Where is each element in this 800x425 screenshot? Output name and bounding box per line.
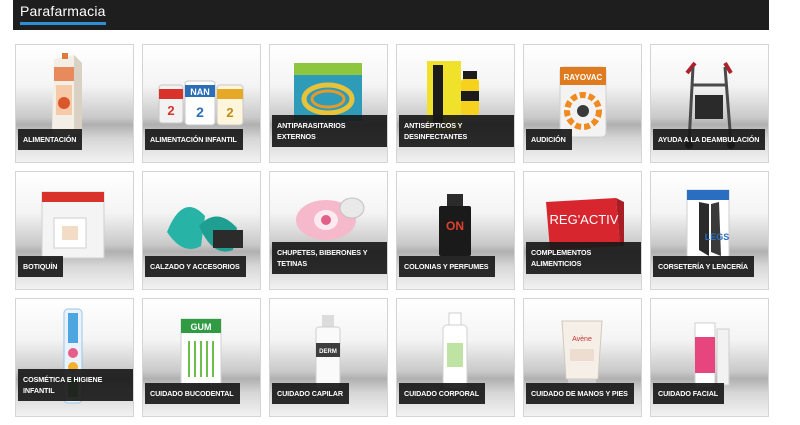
category-label: CALZADO Y ACCESORIOS xyxy=(145,256,246,277)
category-card-ayuda-deambulacion[interactable]: AYUDA A LA DEAMBULACIÓN xyxy=(650,44,769,163)
svg-text:NAN: NAN xyxy=(190,87,210,97)
category-label: BOTIQUÍN xyxy=(18,256,64,277)
category-card-antiparasitarios-externos[interactable]: ANTIPARASITARIOS EXTERNOS xyxy=(269,44,388,163)
category-card-cuidado-facial[interactable]: CUIDADO FACIAL xyxy=(650,298,769,417)
category-label: ANTISÉPTICOS Y DESINFECTANTES xyxy=(399,115,514,147)
category-card-cuidado-capilar[interactable]: DERM CUIDADO CAPILAR xyxy=(269,298,388,417)
category-label: AUDICIÓN xyxy=(526,129,572,150)
svg-text:Avène: Avène xyxy=(572,336,592,343)
svg-text:DERM: DERM xyxy=(319,349,337,355)
category-label: ALIMENTACIÓN xyxy=(18,129,83,150)
svg-text:REG'ACTIV: REG'ACTIV xyxy=(550,212,619,227)
svg-text:ON: ON xyxy=(446,219,464,233)
category-card-cuidado-bucodental[interactable]: GUM CUIDADO BUCODENTAL xyxy=(142,298,261,417)
category-card-cuidado-corporal[interactable]: CUIDADO CORPORAL xyxy=(396,298,515,417)
category-label: CORSETERÍA Y LENCERÍA xyxy=(653,256,755,277)
category-label: ALIMENTACIÓN INFANTIL xyxy=(145,129,243,150)
svg-text:2: 2 xyxy=(196,104,204,120)
category-card-antisepticos[interactable]: ANTISÉPTICOS Y DESINFECTANTES xyxy=(396,44,515,163)
category-card-colonias[interactable]: ON COLONIAS Y PERFUMES xyxy=(396,171,515,290)
svg-text:LEGS: LEGS xyxy=(705,232,730,242)
category-card-corseteria[interactable]: LEGS CORSETERÍA Y LENCERÍA xyxy=(650,171,769,290)
category-card-complementos[interactable]: REG'ACTIV COMPLEMENTOS ALIMENTICIOS xyxy=(523,171,642,290)
svg-text:2: 2 xyxy=(167,103,174,118)
category-label: CUIDADO DE MANOS Y PIES xyxy=(526,383,634,404)
category-label: COSMÉTICA E HIGIENE INFANTIL xyxy=(18,369,133,401)
category-label: ANTIPARASITARIOS EXTERNOS xyxy=(272,115,387,147)
category-card-alimentacion-infantil[interactable]: 2 NAN 2 2 ALIMENTACIÓN INFANTIL xyxy=(142,44,261,163)
category-label: COLONIAS Y PERFUMES xyxy=(399,256,495,277)
section-title: Parafarmacia xyxy=(20,3,106,19)
category-label: COMPLEMENTOS ALIMENTICIOS xyxy=(526,242,641,274)
category-card-audicion[interactable]: RAYOVAC AUDICIÓN xyxy=(523,44,642,163)
category-card-calzado[interactable]: CALZADO Y ACCESORIOS xyxy=(142,171,261,290)
category-card-cosmetica-infantil[interactable]: COSMÉTICA E HIGIENE INFANTIL xyxy=(15,298,134,417)
title-underline xyxy=(20,22,106,25)
category-label: CHUPETES, BIBERONES Y TETINAS xyxy=(272,242,387,274)
svg-text:2: 2 xyxy=(226,105,233,120)
category-label: CUIDADO CORPORAL xyxy=(399,383,486,404)
category-card-manos-pies[interactable]: Avène CUIDADO DE MANOS Y PIES xyxy=(523,298,642,417)
category-card-botiquin[interactable]: BOTIQUÍN xyxy=(15,171,134,290)
category-card-chupetes[interactable]: CHUPETES, BIBERONES Y TETINAS xyxy=(269,171,388,290)
category-label: CUIDADO FACIAL xyxy=(653,383,725,404)
category-label: CUIDADO CAPILAR xyxy=(272,383,349,404)
category-label: AYUDA A LA DEAMBULACIÓN xyxy=(653,129,766,150)
category-label: CUIDADO BUCODENTAL xyxy=(145,383,240,404)
section-header: Parafarmacia xyxy=(13,0,769,30)
svg-text:GUM: GUM xyxy=(191,322,212,332)
svg-text:RAYOVAC: RAYOVAC xyxy=(564,73,603,82)
category-card-alimentacion[interactable]: ALIMENTACIÓN xyxy=(15,44,134,163)
